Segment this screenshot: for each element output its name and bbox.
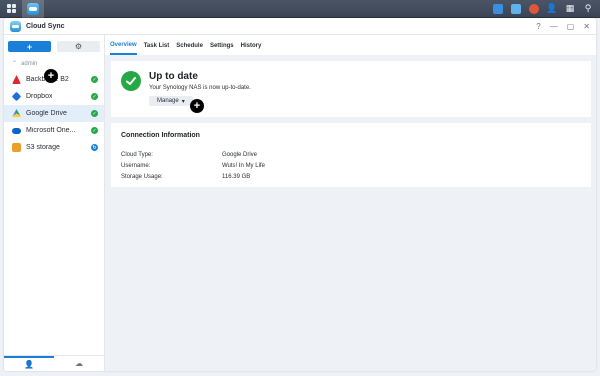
user-menu-button[interactable]: 👤 [544,1,560,17]
maximize-icon[interactable]: ▢ [567,22,575,31]
info-row-cloud-type: Cloud Type: Google Drive [121,149,581,160]
info-row-username: Username: Wuts! In My Life [121,160,581,171]
cloud-icon: ☁ [75,359,83,368]
cloud-icon [511,3,521,14]
tab-settings[interactable]: Settings [210,37,234,54]
cursor-plus-icon: + [44,69,58,83]
grid-icon [6,4,16,13]
status-syncing-icon: ↻ [91,144,98,151]
taskbar-cloud-sync-button[interactable] [22,0,44,18]
user-icon: 👤 [24,360,34,369]
tab-overview[interactable]: Overview [110,36,137,55]
tray-notification-button[interactable] [526,1,542,17]
tray-cloud-button[interactable] [508,1,524,17]
cloud-sync-icon [27,2,39,15]
tab-all-connections[interactable]: ☁ [54,356,104,371]
tab-user-connections[interactable]: 👤 [4,356,54,371]
cloud-sync-app-icon [10,20,21,32]
settings-button[interactable]: ⚙ [57,41,100,52]
tab-bar: Overview Task List Schedule Settings His… [105,35,596,55]
info-value: Google Drive [222,151,258,158]
search-button[interactable]: ⚲ [580,1,596,17]
close-icon[interactable]: ✕ [583,22,590,31]
connection-info-title: Connection Information [121,132,200,139]
minimize-icon[interactable]: — [550,22,558,31]
sidebar-item-label: S3 storage [26,144,60,151]
taskbar: 👤 ▦ ⚲ [0,0,600,18]
window-title: Cloud Sync [26,22,65,30]
cloud-sync-window: Cloud Sync ? — ▢ ✕ + ⚙ ⌃ admin Backblaze… [4,18,596,371]
sidebar-item-label: Google Drive [26,110,67,117]
status-ok-icon: ✓ [91,110,98,117]
window-titlebar[interactable]: Cloud Sync ? — ▢ ✕ [4,18,596,35]
status-card: Up to date Your Synology NAS is now up-t… [111,61,591,117]
sync-status-icon [493,3,503,14]
gear-icon: ⚙ [74,42,83,51]
caret-down-icon: ▾ [181,98,185,105]
sidebar-item-onedrive[interactable]: Microsoft One... ✓ [4,122,104,139]
help-icon[interactable]: ? [536,22,540,31]
s3-icon [12,143,21,152]
sidebar-bottom-tabs: 👤 ☁ [4,355,104,371]
tab-schedule[interactable]: Schedule [176,37,203,54]
onedrive-icon [12,127,21,134]
sidebar-item-google-drive[interactable]: Google Drive ✓ [4,105,104,122]
sidebar-item-s3-storage[interactable]: S3 storage ↻ [4,139,104,156]
widgets-icon: ▦ [565,3,575,13]
tab-task-list[interactable]: Task List [144,37,170,54]
status-title: Up to date [149,71,198,82]
notification-icon [529,3,539,14]
sidebar-item-label: Microsoft One... [26,127,76,134]
backblaze-icon [12,75,21,84]
status-description: Your Synology NAS is now up-to-date. [149,85,251,91]
sidebar-item-label: Dropbox [26,93,53,100]
tab-history[interactable]: History [241,37,262,54]
user-icon: 👤 [546,3,558,13]
google-drive-icon [12,109,21,118]
checkmark-icon [121,71,141,91]
sidebar: + ⚙ ⌃ admin Backblaze B2 ✓ Dropbox ✓ Goo… [4,35,105,371]
main-panel: Overview Task List Schedule Settings His… [105,35,596,371]
manage-label: Manage [157,98,179,104]
status-ok-icon: ✓ [91,127,98,134]
dropbox-icon [11,91,22,102]
manage-button[interactable]: Manage ▾ [149,96,193,106]
plus-icon: + [26,41,33,52]
tray-sync-button[interactable] [490,1,506,17]
cursor-plus-icon: + [190,99,204,113]
main-menu-button[interactable] [0,0,22,18]
sidebar-item-dropbox[interactable]: Dropbox ✓ [4,88,104,105]
info-key: Cloud Type: [121,151,153,158]
add-connection-button[interactable]: + [8,41,51,52]
info-value: 116.39 GB [222,173,251,180]
chevron-up-icon: ⌃ [12,61,18,67]
search-icon: ⚲ [584,3,592,13]
widgets-button[interactable]: ▦ [562,1,578,17]
status-ok-icon: ✓ [91,76,98,83]
status-ok-icon: ✓ [91,93,98,100]
owner-label: admin [21,60,38,67]
info-key: Storage Usage: [121,173,163,180]
info-value: Wuts! In My Life [222,162,265,169]
info-key: Username: [121,162,151,169]
info-row-storage-usage: Storage Usage: 116.39 GB [121,171,581,182]
connection-info-card: Connection Information Cloud Type: Googl… [111,123,591,187]
